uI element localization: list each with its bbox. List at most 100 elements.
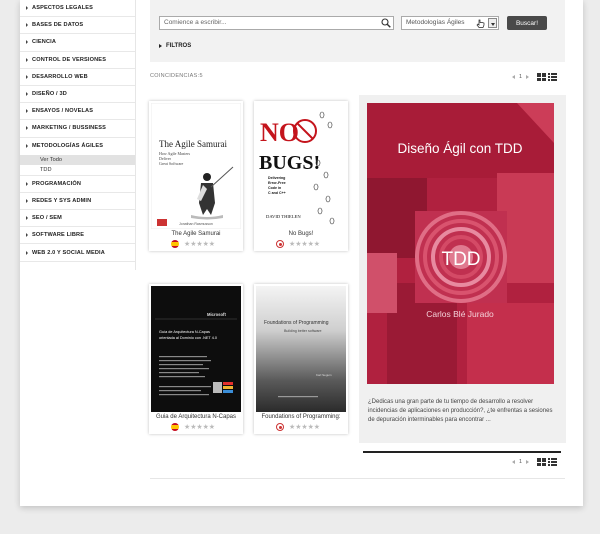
star-icon: ★ [208, 423, 216, 431]
featured-divider [363, 451, 561, 453]
sidebar-item-ensayos-novelas[interactable]: ENSAYOS / NOVELAS [20, 103, 135, 121]
filters-toggle[interactable]: FILTROS [159, 43, 191, 49]
book-cover[interactable]: NO BUGS! Delivering Error-Free Code in C… [256, 103, 346, 229]
featured-book-cover[interactable]: Diseño Ágil con TDD TDD Carlos Blé Jurad… [367, 103, 554, 384]
book-card[interactable]: Foundations of Programming Building bett… [254, 284, 348, 434]
cover-text-1: Foundations of Programming [264, 320, 329, 326]
sidebar-item-desarrollo-web[interactable]: DESARROLLO WEB [20, 69, 135, 86]
star-icon: ★ [184, 240, 191, 248]
sidebar-item-label: CIENCIA [32, 39, 57, 46]
featured-cover-badge: TDD [441, 249, 480, 270]
results-count: COINCIDENCIAS:5 [150, 73, 203, 79]
book-card[interactable]: The Agile Samurai How Agile Masters Deli… [149, 101, 243, 251]
page-number[interactable]: 1 [519, 459, 522, 465]
next-page-icon[interactable] [526, 460, 530, 464]
sidebar-item-label: ENSAYOS / NOVELAS [32, 108, 94, 115]
book-title[interactable]: The Agile Samurai [149, 231, 243, 237]
sidebar-item-redes-sysadmin[interactable]: REDES Y SYS ADMIN [20, 193, 135, 211]
star-icon: ★ [313, 423, 321, 431]
prev-page-icon[interactable] [512, 460, 515, 464]
sidebar-item-label: CONTROL DE VERSIONES [32, 56, 107, 63]
book-meta: ★ ★ ★ ★ ★ [276, 240, 320, 248]
book-card[interactable]: Microsoft Guía de Arquitectura N-Capas o… [149, 284, 243, 434]
cover-title-bugs: BUGS! [259, 152, 320, 174]
sidebar-subitem-tdd[interactable]: TDD [20, 165, 135, 176]
category-select-value: Metodologías Ágiles [406, 19, 465, 26]
sidebar-item-label: SOFTWARE LIBRE [32, 232, 85, 239]
list-view-icon[interactable] [548, 458, 558, 466]
chevron-right-icon [26, 92, 28, 97]
rating-stars[interactable]: ★ ★ ★ ★ ★ [184, 423, 216, 431]
book-meta: ★ ★ ★ ★ ★ [171, 240, 215, 248]
category-select[interactable]: Metodologías Ágiles [401, 16, 499, 30]
list-view-icon[interactable] [548, 73, 558, 81]
sidebar-item-metodologias-agiles[interactable]: METODOLOGÍAS ÁGILES [20, 138, 135, 155]
search-button[interactable]: Buscar! [507, 16, 547, 30]
sidebar-item-label: WEB 2.0 Y SOCIAL MEDIA [32, 249, 105, 256]
star-icon: ★ [196, 423, 203, 431]
next-page-icon[interactable] [526, 75, 530, 79]
sidebar-subitem-ver-todo[interactable]: Ver Todo [20, 154, 135, 166]
sidebar-item-marketing[interactable]: MARKETING / BUSSINESS [20, 120, 135, 138]
search-input[interactable]: Comience a escribir... [159, 16, 394, 30]
star-icon: ★ [301, 240, 308, 248]
star-icon: ★ [295, 240, 302, 248]
sidebar-item-label: MARKETING / BUSSINESS [32, 125, 107, 132]
grid-view-icon[interactable] [537, 73, 547, 81]
chevron-right-icon [26, 74, 28, 79]
sidebar-item-label: ASPECTOS LEGALES [32, 5, 94, 12]
category-sidebar: ASPECTOS LEGALES BASES DE DATOS CIENCIA … [20, 0, 136, 270]
cover-title: The Agile Samurai [159, 139, 227, 149]
rating-stars[interactable]: ★ ★ ★ ★ ★ [184, 240, 215, 248]
cover-sub-2: Error-Free [268, 181, 286, 185]
featured-description: ¿Dedicas una gran parte de tu tiempo de … [368, 399, 553, 423]
grid-view-icon[interactable] [537, 458, 547, 466]
sidebar-item-seo-sem[interactable]: SEO / SEM [20, 210, 135, 228]
results-label: COINCIDENCIAS: [150, 73, 200, 79]
page-number[interactable]: 1 [519, 74, 522, 80]
chevron-right-icon [26, 233, 28, 238]
featured-cover-author: Carlos Blé Jurado [426, 309, 494, 319]
triangle-right-icon [159, 44, 162, 48]
uk-flag-icon [276, 240, 284, 248]
star-icon: ★ [190, 240, 197, 248]
sidebar-item-software-libre[interactable]: SOFTWARE LIBRE [20, 227, 135, 245]
uk-flag-icon [276, 423, 284, 431]
footer-divider [150, 478, 565, 479]
featured-book-panel[interactable]: Diseño Ágil con TDD TDD Carlos Blé Jurad… [359, 95, 566, 443]
search-panel: Comience a escribir... Metodologías Ágil… [150, 0, 565, 62]
cover-sub-4: C and C++ [268, 191, 286, 195]
chevron-right-icon [26, 144, 28, 149]
star-icon: ★ [184, 423, 191, 431]
sidebar-item-bases-de-datos[interactable]: BASES DE DATOS [20, 17, 135, 35]
book-cover[interactable]: Microsoft Guía de Arquitectura N-Capas o… [151, 286, 241, 412]
book-cover[interactable]: Foundations of Programming Building bett… [256, 286, 346, 412]
book-title[interactable]: Guia de Arquitectura N-Capas [149, 414, 243, 420]
pointer-cursor-icon [476, 19, 485, 28]
chevron-right-icon [26, 216, 28, 221]
sidebar-item-control-de-versiones[interactable]: CONTROL DE VERSIONES [20, 52, 135, 69]
search-icon[interactable] [381, 18, 391, 28]
sidebar-item-diseno-3d[interactable]: DISEÑO / 3D [20, 86, 135, 104]
sidebar-item-label: SEO / SEM [32, 215, 62, 222]
book-meta: ★ ★ ★ ★ ★ [276, 423, 320, 431]
star-icon: ★ [190, 423, 197, 431]
star-icon: ★ [196, 240, 203, 248]
chevron-right-icon [26, 57, 28, 62]
sidebar-item-programacion[interactable]: PROGRAMACIÓN [20, 176, 135, 193]
book-title[interactable]: No Bugs! [254, 231, 348, 237]
chevron-down-icon[interactable] [488, 18, 497, 28]
sidebar-item-web-social[interactable]: WEB 2.0 Y SOCIAL MEDIA [20, 244, 135, 262]
book-title[interactable]: Foundations of Programming: [254, 414, 348, 420]
cover-author: DAVID THIELEN [266, 214, 301, 219]
rating-stars[interactable]: ★ ★ ★ ★ ★ [289, 423, 321, 431]
prev-page-icon[interactable] [512, 75, 515, 79]
sidebar-item-label: DISEÑO / 3D [32, 91, 67, 98]
sidebar-item-aspectos-legales[interactable]: ASPECTOS LEGALES [20, 0, 135, 18]
sidebar-item-ciencia[interactable]: CIENCIA [20, 34, 135, 52]
chevron-right-icon [26, 250, 28, 255]
star-icon: ★ [307, 240, 314, 248]
book-cover[interactable]: The Agile Samurai How Agile Masters Deli… [151, 103, 241, 229]
rating-stars[interactable]: ★ ★ ★ ★ ★ [289, 240, 320, 248]
book-card[interactable]: NO BUGS! Delivering Error-Free Code in C… [254, 101, 348, 251]
